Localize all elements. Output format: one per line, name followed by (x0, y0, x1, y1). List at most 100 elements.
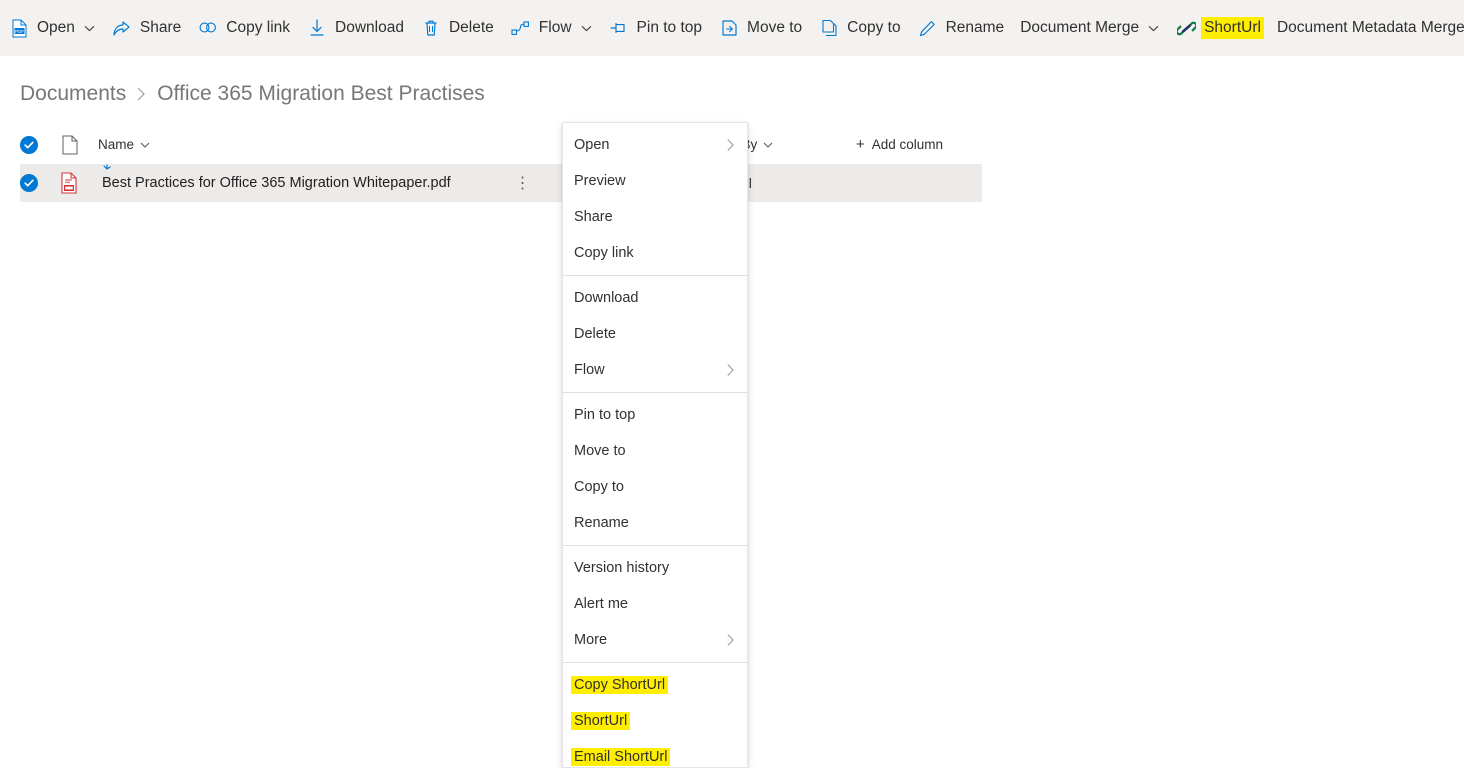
flow-icon (510, 18, 532, 38)
chevron-right-icon (136, 86, 147, 102)
toolbar-button-label: Copy link (226, 19, 291, 36)
menu-item-delete[interactable]: Delete (563, 316, 747, 352)
breadcrumb-current[interactable]: Office 365 Migration Best Practises (157, 80, 485, 108)
menu-item-move-to[interactable]: Move to (563, 433, 747, 469)
table-row[interactable]: Best Practices for Office 365 Migration … (20, 164, 982, 202)
menu-item-label: Flow (574, 362, 605, 378)
pencil-icon (917, 18, 939, 38)
toolbar-button-label: Document Merge (1020, 19, 1140, 36)
chevron-down-icon (581, 25, 592, 32)
menu-item-label: Alert me (574, 596, 628, 612)
file-type-column-icon[interactable] (56, 135, 98, 155)
toolbar-button-flow[interactable]: Flow (502, 8, 600, 48)
svg-text:PDF: PDF (14, 28, 23, 33)
share-icon (111, 18, 133, 38)
menu-item-label: Version history (574, 560, 670, 576)
toolbar-button-label: ShortUrl (1201, 17, 1264, 39)
toolbar-button-open[interactable]: PDF Open (0, 8, 103, 48)
toolbar-button-rename[interactable]: Rename (909, 8, 1013, 48)
menu-item-label: Open (574, 137, 610, 153)
chevron-right-icon (726, 633, 735, 647)
toolbar-button-label: Flow (538, 19, 572, 36)
menu-item-label: Move to (574, 443, 626, 459)
menu-divider (563, 662, 747, 663)
column-header-name-label: Name (98, 137, 135, 152)
chevron-down-icon (1148, 25, 1159, 32)
chain-link-icon (1175, 18, 1197, 38)
toolbar-button-label: Delete (448, 19, 494, 36)
add-column-button[interactable]: + Add column (856, 137, 943, 152)
toolbar-button-label: Document Metadata Merge (1276, 19, 1464, 36)
chevron-down-icon (763, 142, 773, 148)
toolbar-button-document-merge[interactable]: Document Merge (1012, 8, 1167, 48)
add-column-label: Add column (871, 137, 944, 152)
pdf-file-icon: PDF (8, 18, 30, 38)
breadcrumb: Documents Office 365 Migration Best Prac… (20, 78, 485, 110)
menu-item-label: ShortUrl (571, 712, 631, 730)
menu-item-version-history[interactable]: Version history (563, 550, 747, 586)
menu-item-share[interactable]: Share (563, 199, 747, 235)
select-all-checkbox[interactable] (20, 135, 56, 154)
chevron-down-icon (84, 25, 95, 32)
menu-item-flow[interactable]: Flow (563, 352, 747, 388)
toolbar-button-label: Copy to (847, 19, 901, 36)
menu-item-label: Preview (574, 173, 626, 189)
toolbar-button-copy-to[interactable]: Copy to (810, 8, 908, 48)
toolbar-button-label: Download (335, 19, 404, 36)
chevron-down-icon (140, 142, 150, 148)
file-name-cell[interactable]: Best Practices for Office 365 Migration … (98, 164, 508, 191)
toolbar-button-label: Move to (747, 19, 803, 36)
menu-item-label: Email ShortUrl (571, 748, 671, 766)
list-column-headers: Name odified By + Add column (20, 130, 982, 160)
menu-item-alert-me[interactable]: Alert me (563, 586, 747, 622)
file-name-label: Best Practices for Office 365 Migration … (102, 175, 451, 191)
command-bar: PDF Open Share Copy link Download Delete Flow P… (0, 0, 1464, 56)
menu-divider (563, 392, 747, 393)
menu-item-label: Copy link (574, 245, 634, 261)
menu-item-label: More (574, 632, 608, 648)
toolbar-button-share[interactable]: Share (103, 8, 189, 48)
menu-divider (563, 275, 747, 276)
menu-item-shorturl[interactable]: ShortUrl (563, 703, 747, 739)
menu-item-label: Delete (574, 326, 616, 342)
menu-item-label: Pin to top (574, 407, 636, 423)
menu-divider (563, 545, 747, 546)
menu-item-download[interactable]: Download (563, 280, 747, 316)
plus-icon: + (856, 136, 865, 153)
context-menu: Open Preview Share Copy link Download Delete F… (562, 122, 748, 768)
breadcrumb-root[interactable]: Documents (20, 80, 126, 108)
move-to-icon (718, 18, 740, 38)
menu-item-copy-link[interactable]: Copy link (563, 235, 747, 271)
link-icon (197, 18, 219, 38)
chevron-right-icon (726, 363, 735, 377)
row-more-actions-button[interactable]: ⋮ (508, 173, 538, 193)
menu-item-label: Copy to (574, 479, 624, 495)
new-item-indicator-icon (98, 164, 112, 178)
toolbar-button-label: Share (139, 19, 182, 36)
toolbar-button-pin-to-top[interactable]: Pin to top (600, 8, 711, 48)
menu-item-label: Download (574, 290, 639, 306)
toolbar-button-delete[interactable]: Delete (412, 8, 502, 48)
menu-item-email-shorturl[interactable]: Email ShortUrl (563, 739, 747, 767)
menu-item-pin-to-top[interactable]: Pin to top (563, 397, 747, 433)
download-icon (306, 18, 328, 38)
pdf-file-icon (56, 172, 98, 194)
toolbar-button-copy-link[interactable]: Copy link (189, 8, 298, 48)
row-select-checkbox[interactable] (20, 174, 56, 192)
menu-item-copy-shorturl[interactable]: Copy ShortUrl (563, 667, 747, 703)
menu-item-label: Copy ShortUrl (571, 676, 669, 694)
toolbar-button-document-metadata-merge[interactable]: Document Metadata Merge (1269, 8, 1464, 48)
checkmark-icon (20, 135, 38, 154)
menu-item-rename[interactable]: Rename (563, 505, 747, 541)
menu-item-preview[interactable]: Preview (563, 163, 747, 199)
toolbar-button-shorturl[interactable]: ShortUrl (1167, 8, 1269, 48)
menu-item-label: Share (574, 209, 613, 225)
toolbar-button-download[interactable]: Download (298, 8, 412, 48)
toolbar-button-label: Open (37, 19, 75, 36)
menu-item-open[interactable]: Open (563, 127, 747, 163)
menu-item-copy-to[interactable]: Copy to (563, 469, 747, 505)
toolbar-button-move-to[interactable]: Move to (710, 8, 810, 48)
menu-item-more[interactable]: More (563, 622, 747, 658)
toolbar-button-label: Rename (945, 19, 1005, 36)
copy-to-icon (818, 18, 840, 38)
